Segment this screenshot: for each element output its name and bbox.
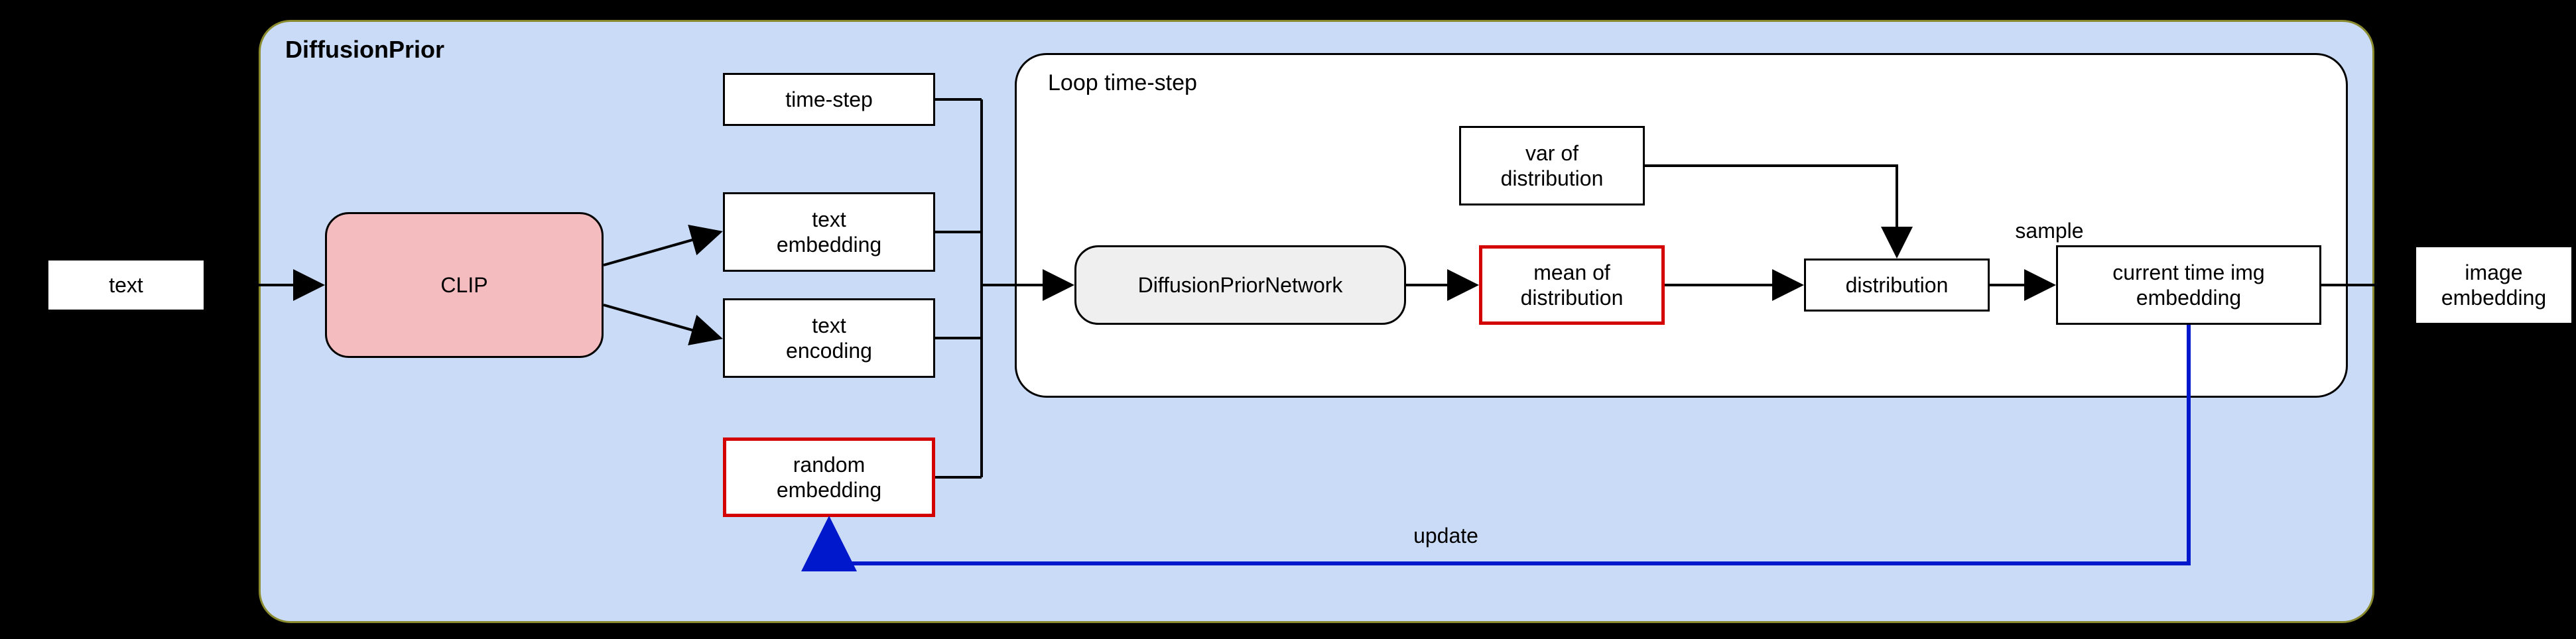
var-distribution-box: var of distribution (1459, 126, 1645, 205)
random-embedding-box: random embedding (723, 437, 935, 517)
text-encoding-box: text encoding (723, 298, 935, 378)
output-image-embedding-label: image embedding (2441, 260, 2546, 311)
current-embedding-box: current time img embedding (2056, 245, 2321, 325)
var-distribution-label: var of distribution (1501, 141, 1604, 192)
diffusion-prior-title: DiffusionPrior (285, 36, 444, 64)
text-embedding-box: text embedding (723, 192, 935, 272)
text-encoding-label: text encoding (786, 313, 872, 364)
distribution-label: distribution (1846, 272, 1949, 298)
clip-label: CLIP (440, 272, 487, 298)
diffusion-prior-network-label: DiffusionPriorNetwork (1138, 272, 1343, 298)
update-label-text: update (1413, 524, 1478, 548)
input-text-label: text (109, 272, 143, 298)
mean-distribution-box: mean of distribution (1479, 245, 1665, 325)
input-text: text (46, 259, 206, 312)
clip-block: CLIP (325, 212, 604, 358)
diffusion-prior-network-block: DiffusionPriorNetwork (1074, 245, 1406, 325)
distribution-box: distribution (1804, 259, 1990, 312)
loop-timestep-title: Loop time-step (1048, 70, 1197, 96)
sample-label-text: sample (2015, 219, 2083, 243)
timestep-box: time-step (723, 73, 935, 126)
timestep-label: time-step (785, 87, 873, 112)
output-image-embedding: image embedding (2414, 245, 2573, 325)
random-embedding-label: random embedding (777, 452, 881, 503)
mean-distribution-label: mean of distribution (1521, 260, 1624, 311)
current-embedding-label: current time img embedding (2112, 260, 2264, 311)
sample-label: sample (1996, 219, 2102, 243)
loop-timestep-panel (1015, 53, 2348, 398)
text-embedding-label: text embedding (777, 207, 881, 258)
update-label: update (1393, 524, 1499, 548)
